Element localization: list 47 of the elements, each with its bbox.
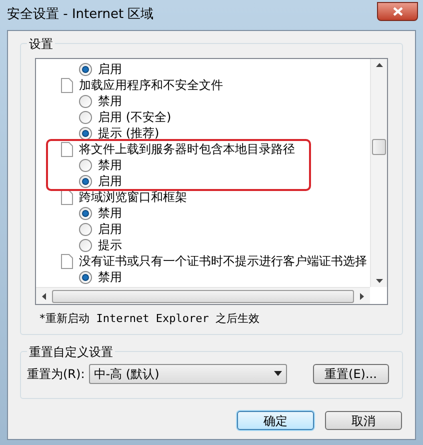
window-title: 安全设置 - Internet 区域 — [7, 6, 154, 24]
option-label: 启用 — [98, 61, 122, 78]
dialog-button[interactable]: 取消 — [325, 410, 402, 430]
setting-label: 跨域浏览窗口和框架 — [79, 189, 187, 206]
document-icon — [61, 190, 73, 204]
radio-button[interactable] — [79, 206, 92, 220]
option-label: 启用 — [98, 221, 122, 238]
radio-button[interactable] — [79, 110, 92, 124]
level-dropdown[interactable]: 中-高 (默认) — [88, 364, 287, 384]
horizontal-scrollbar[interactable] — [36, 287, 370, 304]
vertical-scrollbar[interactable] — [370, 59, 387, 287]
scroll-up-icon — [376, 63, 382, 67]
reset-label: 重置为(R): — [27, 366, 85, 382]
group-title: 重置自定义设置 — [27, 342, 115, 360]
radio-button[interactable] — [79, 238, 92, 252]
radio-button[interactable] — [79, 222, 92, 236]
option-label: 禁用 — [98, 205, 122, 222]
close-icon — [392, 6, 402, 16]
scrollbar-thumb[interactable] — [52, 290, 354, 302]
dialog-button[interactable]: 确定 — [237, 410, 314, 430]
radio-button[interactable] — [79, 126, 92, 140]
document-icon — [61, 142, 73, 156]
option-label: 启用 — [98, 173, 122, 190]
radio-button[interactable] — [79, 174, 92, 188]
option-label: 禁用 — [98, 269, 122, 286]
option-label: 禁用 — [98, 157, 122, 174]
dropdown-arrow-icon — [274, 371, 282, 376]
setting-label: 加载应用程序和不安全文件 — [79, 77, 223, 94]
reset-button[interactable]: 重置(E)... — [312, 364, 389, 384]
document-icon — [61, 254, 73, 268]
radio-button[interactable] — [79, 270, 92, 284]
radio-button[interactable] — [79, 158, 92, 172]
option-label: 禁用 — [98, 93, 122, 110]
setting-label: 将文件上载到服务器时包含本地目录路径 — [79, 141, 295, 158]
scroll-down-icon — [376, 279, 382, 283]
option-label: 启用 (不安全) — [98, 109, 172, 126]
option-label: 提示 — [98, 237, 122, 254]
setting-label: 没有证书或只有一个证书时不提示进行客户端证书选择 — [79, 253, 367, 270]
close-button[interactable] — [377, 2, 418, 20]
radio-button[interactable] — [79, 62, 92, 76]
scrollbar-thumb[interactable] — [372, 139, 386, 155]
restart-note: *重新启动 Internet Explorer 之后生效 — [39, 312, 260, 325]
radio-button[interactable] — [79, 94, 92, 108]
scroll-left-icon — [42, 292, 46, 300]
scroll-right-icon — [360, 292, 364, 300]
document-icon — [61, 78, 73, 92]
option-label: 提示 (推荐) — [98, 125, 160, 142]
